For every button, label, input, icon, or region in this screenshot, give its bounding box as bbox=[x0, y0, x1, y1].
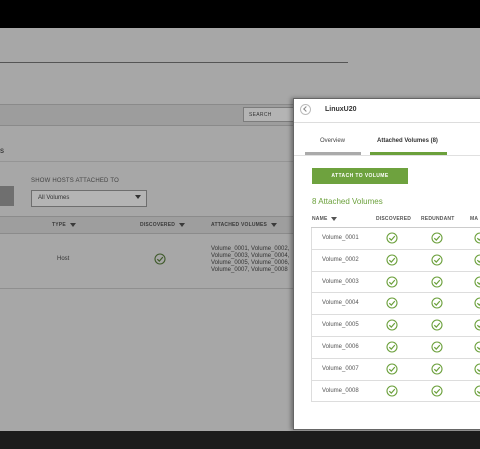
tab-overview[interactable]: Overview bbox=[320, 138, 345, 144]
volumes-table-body: Volume_0001 Volume_0002 Volume_0003 Volume_… bbox=[311, 228, 480, 403]
check-circle-icon bbox=[474, 232, 480, 244]
panel-header-divider bbox=[294, 122, 480, 123]
column-label-attached-volumes: ATTACHED VOLUMES bbox=[211, 222, 268, 228]
check-circle-icon bbox=[154, 253, 166, 265]
check-circle-icon bbox=[431, 341, 443, 353]
check-circle-icon bbox=[474, 341, 480, 353]
volume-name: Volume_0006 bbox=[322, 343, 359, 350]
volume-name: Volume_0008 bbox=[322, 387, 359, 394]
sort-icon bbox=[179, 222, 186, 227]
volumes-line: Volume_0007, Volume_0008 bbox=[211, 267, 288, 273]
show-hosts-label: SHOW HOSTS ATTACHED TO bbox=[31, 178, 119, 184]
check-circle-icon bbox=[386, 363, 398, 375]
volume-name: Volume_0007 bbox=[322, 365, 359, 372]
row-divider bbox=[0, 288, 300, 289]
table-row[interactable]: Volume_0001 bbox=[311, 228, 480, 250]
check-circle-icon bbox=[431, 232, 443, 244]
attached-volumes-cell: Volume_0001, Volume_0002, Volume_0003, V… bbox=[211, 246, 289, 274]
bottom-bar bbox=[0, 431, 480, 449]
volume-name: Volume_0003 bbox=[322, 278, 359, 285]
check-circle-icon bbox=[386, 232, 398, 244]
volume-name: Volume_0005 bbox=[322, 322, 359, 329]
column-header-name[interactable]: NAME bbox=[312, 216, 337, 222]
check-circle-icon bbox=[474, 254, 480, 266]
table-row[interactable]: Volume_0008 bbox=[311, 380, 480, 403]
column-label-discovered: DISCOVERED bbox=[140, 222, 176, 228]
host-type-cell: Host bbox=[57, 256, 70, 262]
attached-volumes-title: 8 Attached Volumes bbox=[312, 197, 383, 206]
table-row[interactable]: Volume_0005 bbox=[311, 315, 480, 337]
check-circle-icon bbox=[386, 297, 398, 309]
chevron-down-icon bbox=[135, 195, 141, 199]
hosts-filter-value: All Volumes bbox=[38, 195, 70, 201]
check-circle-icon bbox=[386, 254, 398, 266]
column-label-name: NAME bbox=[312, 216, 328, 222]
table-row[interactable]: Volume_0007 bbox=[311, 358, 480, 381]
check-circle-icon bbox=[431, 319, 443, 331]
column-header-discovered[interactable]: DISCOVERED bbox=[376, 216, 411, 222]
sort-icon bbox=[330, 216, 337, 221]
check-circle-icon bbox=[431, 276, 443, 288]
table-row[interactable]: Volume_0002 bbox=[311, 249, 480, 272]
check-circle-icon bbox=[431, 254, 443, 266]
hosts-filter-select[interactable]: All Volumes bbox=[31, 190, 147, 207]
check-circle-icon bbox=[474, 363, 480, 375]
volume-name: Volume_0004 bbox=[322, 300, 359, 307]
volumes-line: Volume_0003, Volume_0004, bbox=[211, 253, 290, 259]
tab-attached-volumes[interactable]: Attached Volumes (8) bbox=[377, 138, 438, 144]
volumes-line: Volume_0005, Volume_0006, bbox=[211, 260, 290, 266]
column-header-attached-volumes[interactable]: ATTACHED VOLUMES bbox=[211, 222, 278, 228]
check-circle-icon bbox=[474, 385, 480, 397]
check-circle-icon bbox=[431, 363, 443, 375]
sort-icon bbox=[271, 222, 278, 227]
check-circle-icon bbox=[474, 319, 480, 331]
check-circle-icon bbox=[474, 276, 480, 288]
host-detail-panel: LinuxU20 Overview Attached Volumes (8) A… bbox=[293, 98, 480, 430]
column-header-redundant[interactable]: REDUNDANT bbox=[421, 216, 454, 222]
volume-name: Volume_0002 bbox=[322, 256, 359, 263]
check-circle-icon bbox=[431, 297, 443, 309]
section-divider bbox=[0, 161, 300, 162]
panel-title: LinuxU20 bbox=[325, 106, 357, 113]
tab-baseline bbox=[294, 155, 480, 156]
column-header-type[interactable]: TYPE bbox=[52, 222, 76, 228]
column-label-type: TYPE bbox=[52, 222, 66, 228]
check-circle-icon bbox=[386, 341, 398, 353]
check-circle-icon bbox=[386, 385, 398, 397]
table-row[interactable]: Volume_0006 bbox=[311, 336, 480, 359]
check-circle-icon bbox=[474, 297, 480, 309]
section-heading: S bbox=[0, 149, 5, 155]
check-circle-icon bbox=[431, 385, 443, 397]
sort-icon bbox=[69, 222, 76, 227]
check-circle-icon bbox=[386, 276, 398, 288]
column-header-discovered[interactable]: DISCOVERED bbox=[140, 222, 186, 228]
left-button[interactable] bbox=[0, 186, 14, 206]
table-row[interactable]: Volume_0004 bbox=[311, 293, 480, 316]
volume-name: Volume_0001 bbox=[322, 235, 359, 241]
top-bar bbox=[0, 0, 480, 28]
back-button[interactable] bbox=[300, 104, 311, 115]
volumes-line: Volume_0001, Volume_0002, bbox=[211, 246, 290, 252]
attach-to-volume-button[interactable]: ATTACH TO VOLUME bbox=[312, 168, 408, 184]
check-circle-icon bbox=[386, 319, 398, 331]
column-header-third[interactable]: MA bbox=[470, 216, 478, 222]
header-rule bbox=[0, 62, 348, 63]
table-row[interactable]: Volume_0003 bbox=[311, 271, 480, 294]
